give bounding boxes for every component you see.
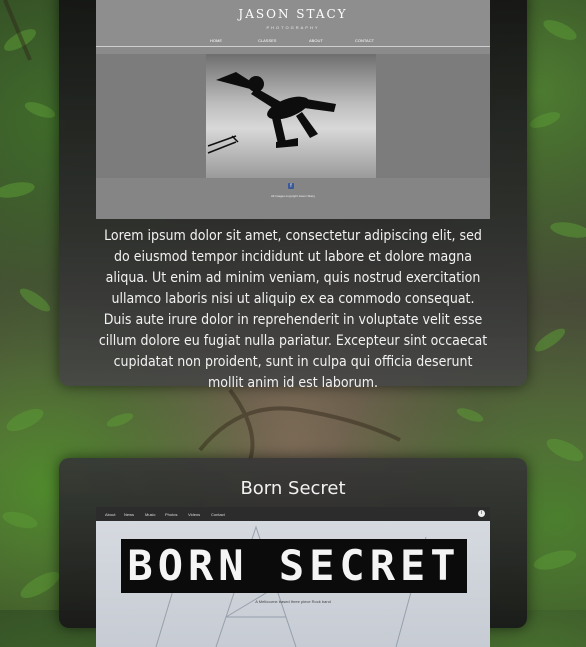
thumb-site-title: JASON STACY [238,7,348,21]
portfolio-card-born-secret: Born Secret About News Music Photos Vide… [59,458,527,647]
thumb-nav-item: Music [145,512,156,517]
thumb-nav-item: Contact [211,512,225,517]
thumb-nav-item: About [105,512,116,517]
thumb-nav: HOME CLASSES ABOUT CONTACT [96,38,490,46]
thumb-divider [96,46,490,47]
thumb-nav-item: ABOUT [309,38,323,43]
portfolio-card-jason-stacy: JASON STACY PHOTOGRAPHY HOME CLASSES ABO… [59,0,527,391]
jumper-silhouette [207,72,336,154]
facebook-icon: f [288,183,294,189]
thumb-copyright: All images copyright Jason Stacy [270,194,316,198]
info-icon: i [478,510,485,517]
jason-stacy-screenshot[interactable]: JASON STACY PHOTOGRAPHY HOME CLASSES ABO… [96,0,490,219]
thumb-nav-item: CONTACT [355,38,375,43]
thumb-nav-bar: About News Music Photos Videos Contact i [96,507,490,521]
band-tagline: A Melbourne based three piece Rock band [255,599,331,604]
thumb-nav-item: HOME [210,38,222,43]
thumb-site-subtitle: PHOTOGRAPHY [266,25,320,30]
swing-jumper-photo [206,54,376,178]
card-description: Lorem ipsum dolor sit amet, consectetur … [98,228,488,391]
thumb-nav-item: Photos [165,512,178,517]
thumb-nav-item: CLASSES [258,38,277,43]
band-logo-text: BORN SECRET [127,541,461,590]
thumb-nav-item: Videos [188,512,201,517]
born-secret-screenshot[interactable]: About News Music Photos Videos Contact i… [96,507,490,647]
thumb-nav-item: News [124,512,135,517]
band-logo-banner: BORN SECRET [121,539,467,593]
card-title: Born Secret [240,478,346,499]
